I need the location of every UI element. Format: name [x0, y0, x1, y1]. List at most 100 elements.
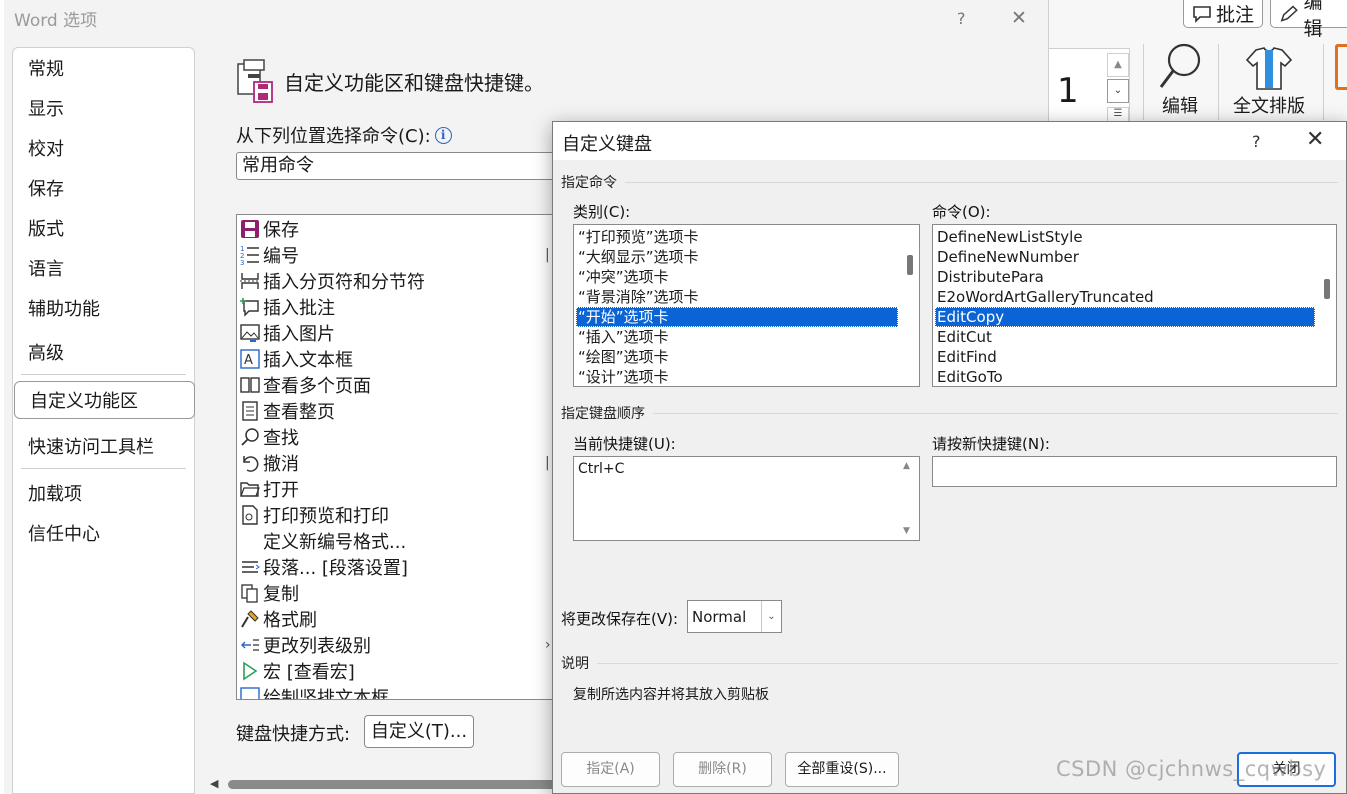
list-item[interactable]: 定义新编号格式... — [237, 528, 557, 554]
list-item[interactable]: 更改列表级别 › — [237, 632, 557, 658]
layout-icon[interactable] — [1335, 44, 1347, 90]
find-icon — [237, 426, 263, 448]
choose-commands-text: 从下列位置选择命令(C): — [236, 126, 431, 147]
command-label: 复制 — [263, 584, 299, 605]
spin-up-icon[interactable]: ▲ — [1107, 53, 1129, 77]
edit-ribbon-button[interactable]: 编辑 — [1156, 40, 1204, 118]
command-label: 宏 [查看宏] — [263, 662, 355, 683]
command-source-select[interactable]: 常用命令 — [236, 152, 566, 180]
list-item[interactable]: “绘图”选项卡 — [576, 347, 898, 367]
nav-accessibility[interactable]: 辅助功能 — [13, 289, 194, 327]
list-item[interactable]: 打印预览和打印 — [237, 502, 557, 528]
vertical-scrollbar[interactable] — [1318, 225, 1336, 386]
command-label: 保存 — [263, 220, 299, 241]
nav-layout[interactable]: 版式 — [13, 209, 194, 247]
macro-icon — [237, 660, 263, 682]
remove-button[interactable]: 删除(R) — [673, 752, 772, 787]
scroll-left-icon[interactable]: ◀ — [210, 777, 218, 790]
list-item[interactable]: 复制 — [237, 580, 557, 606]
scroll-thumb[interactable] — [1324, 279, 1330, 299]
full-layout-ribbon-label: 全文排版 — [1233, 96, 1305, 117]
list-item[interactable]: EditCut — [935, 327, 1315, 347]
commands-list[interactable]: DefineNewListStyle DefineNewNumber Distr… — [932, 224, 1337, 387]
commands-label: 命令(O): — [932, 203, 991, 221]
nav-addins[interactable]: 加载项 — [13, 474, 194, 512]
chevron-down-icon[interactable]: ⌄ — [761, 601, 781, 632]
current-keys-list[interactable]: Ctrl+C ▲ ▼ — [573, 456, 920, 541]
list-item[interactable]: 插入图片 — [237, 320, 557, 346]
list-item-selected[interactable]: “开始”选项卡 — [576, 307, 898, 327]
scroll-up-icon[interactable]: ▲ — [903, 461, 910, 471]
list-item[interactable]: 查看整页 — [237, 398, 557, 424]
vertical-scrollbar[interactable] — [901, 225, 919, 386]
scroll-down-icon[interactable]: ▼ — [903, 526, 910, 536]
list-item[interactable]: EditGoTo — [935, 367, 1315, 386]
spin-down-icon[interactable]: ⌄ — [1107, 79, 1129, 103]
list-item[interactable]: DefineNewListStyle — [935, 227, 1315, 247]
command-list[interactable]: 保存 123 编号 | 插入分页符和分节符 插入批注 插入图片 A 插入文本框 … — [236, 214, 566, 700]
assign-button[interactable]: 指定(A) — [561, 752, 660, 787]
list-item[interactable]: 打开 — [237, 476, 557, 502]
list-item[interactable]: EditFind — [935, 347, 1315, 367]
nav-customize-ribbon[interactable]: 自定义功能区 — [14, 381, 195, 419]
nav-quick-access[interactable]: 快速访问工具栏 — [13, 427, 194, 465]
list-item-selected[interactable]: EditCopy — [935, 307, 1315, 327]
customize-keyboard-button[interactable]: 自定义(T)... — [364, 715, 474, 748]
scroll-thumb[interactable] — [228, 780, 568, 789]
command-label: 段落... [段落设置] — [263, 558, 408, 579]
list-item[interactable]: A 插入文本框 — [237, 346, 557, 372]
edit-ribbon-label: 编辑 — [1162, 96, 1198, 117]
nav-save[interactable]: 保存 — [13, 169, 194, 207]
editing-button[interactable]: 编辑 — [1270, 0, 1347, 40]
list-item[interactable]: 格式刷 — [237, 606, 557, 632]
list-item[interactable]: 查找 — [237, 424, 557, 450]
list-item[interactable]: Ctrl+C — [576, 459, 896, 479]
new-key-input[interactable] — [932, 456, 1337, 487]
close-icon[interactable]: ✕ — [1306, 127, 1324, 152]
command-label: 打开 — [263, 480, 299, 501]
list-item[interactable]: 段落... [段落设置] — [237, 554, 557, 580]
list-item[interactable]: 插入分页符和分节符 — [237, 268, 557, 294]
font-size-value: 1 — [1057, 71, 1079, 111]
list-item[interactable]: DefineNewNumber — [935, 247, 1315, 267]
nav-advanced[interactable]: 高级 — [13, 333, 194, 371]
comment-icon — [1193, 5, 1211, 23]
close-icon[interactable]: ✕ — [1011, 7, 1027, 29]
reset-all-button[interactable]: 全部重设(S)... — [785, 752, 899, 787]
nav-language[interactable]: 语言 — [13, 249, 194, 287]
section-heading: 自定义功能区和键盘快捷键。 — [236, 58, 544, 104]
submenu-indicator: › — [545, 637, 551, 653]
list-item[interactable]: “冲突”选项卡 — [576, 267, 898, 287]
nav-proofing[interactable]: 校对 — [13, 129, 194, 167]
categories-label: 类别(C): — [573, 203, 631, 221]
list-item[interactable]: 撤消 | — [237, 450, 557, 476]
list-item[interactable]: DistributePara — [935, 267, 1315, 287]
categories-list[interactable]: “打印预览”选项卡 “大纲显示”选项卡 “冲突”选项卡 “背景消除”选项卡 “开… — [573, 224, 920, 387]
info-icon[interactable]: i — [434, 126, 452, 144]
help-icon[interactable]: ? — [957, 9, 966, 28]
font-size-box[interactable]: 1 ▲ ⌄ ☰ — [1048, 48, 1130, 128]
nav-general[interactable]: 常规 — [13, 49, 194, 87]
full-layout-ribbon-button[interactable]: 全文排版 — [1228, 40, 1310, 118]
list-item[interactable]: “大纲显示”选项卡 — [576, 247, 898, 267]
save-icon — [237, 218, 263, 240]
list-item[interactable]: “插入”选项卡 — [576, 327, 898, 347]
comments-button[interactable]: 批注 — [1183, 0, 1264, 28]
list-item[interactable]: 查看多个页面 — [237, 372, 557, 398]
save-in-select[interactable]: Normal ⌄ — [687, 600, 782, 633]
list-item[interactable]: 123 编号 | — [237, 242, 557, 268]
list-item[interactable]: “背景消除”选项卡 — [576, 287, 898, 307]
list-item[interactable]: 插入批注 — [237, 294, 557, 320]
list-item[interactable]: “设计”选项卡 — [576, 367, 898, 386]
list-item[interactable]: “打印预览”选项卡 — [576, 227, 898, 247]
horizontal-scrollbar[interactable]: ◀ — [208, 776, 568, 792]
vertical-scrollbar[interactable]: ▲ ▼ — [899, 457, 919, 540]
help-icon[interactable]: ? — [1252, 132, 1261, 151]
list-item[interactable]: 宏 [查看宏] — [237, 658, 557, 684]
list-item[interactable]: 绘制竖排文本框 — [237, 684, 557, 699]
scroll-thumb[interactable] — [907, 255, 913, 275]
list-item[interactable]: E2oWordArtGalleryTruncated — [935, 287, 1315, 307]
list-item[interactable]: 保存 — [237, 216, 557, 242]
nav-display[interactable]: 显示 — [13, 89, 194, 127]
nav-trust-center[interactable]: 信任中心 — [13, 514, 194, 552]
